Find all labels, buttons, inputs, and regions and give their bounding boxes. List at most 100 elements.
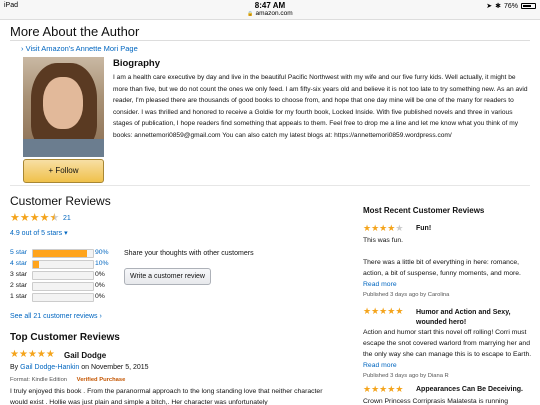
histogram-bar-fill xyxy=(33,261,39,268)
url-domain: amazon.com xyxy=(255,10,293,17)
star-icon: ★ xyxy=(379,306,388,316)
histogram-bar xyxy=(32,293,94,302)
star-icon: ★ xyxy=(10,349,19,360)
star-icon: ★ xyxy=(10,212,20,224)
histogram-bar xyxy=(32,271,94,280)
star-icon: ★ xyxy=(395,223,404,233)
review-text-body: Action and humor start this novel off ro… xyxy=(363,329,532,358)
read-more-link[interactable]: Read more xyxy=(363,362,397,369)
top-reviews-title: Top Customer Reviews xyxy=(10,332,120,343)
chevron-down-icon: ▾ xyxy=(64,230,68,237)
rating-summary-text: 4.9 out of 5 stars xyxy=(10,230,63,237)
review-date: on November 5, 2015 xyxy=(81,364,149,371)
star-icon: ★ xyxy=(29,212,40,224)
battery-icon xyxy=(521,3,536,9)
rating-summary-link[interactable]: 4.9 out of 5 stars ▾ xyxy=(10,229,68,237)
clock: 8:47 AM xyxy=(254,1,286,10)
histogram-bar xyxy=(32,249,94,258)
star-icon: ★ xyxy=(363,384,372,394)
histogram-bar xyxy=(32,282,94,291)
visit-author-page-link[interactable]: › Visit Amazon's Annette Mori Page xyxy=(21,44,138,53)
review-text: This was fun. xyxy=(363,237,404,244)
recent-review: ★ ★ ★ ★ ★ Appearances Can Be Deceiving. Crow… xyxy=(363,385,533,405)
review-title[interactable]: Appearances Can Be Deceiving. xyxy=(416,386,523,393)
review-text-body: There was a little bit of everything in … xyxy=(363,259,521,277)
histogram-bar xyxy=(32,260,94,269)
biography-text: I am a health care executive by day and … xyxy=(113,74,528,139)
battery-percent: 76% xyxy=(503,2,518,10)
review-title-text: Humor and Action and Sexy, wounded hero! xyxy=(416,309,511,326)
histogram-row[interactable]: 4 star 10% xyxy=(10,259,120,269)
histogram-label[interactable]: 4 star xyxy=(10,260,27,267)
star-icon: ★ xyxy=(363,223,372,233)
histogram-percent: 0% xyxy=(95,271,105,278)
review-title[interactable]: Fun! xyxy=(416,225,431,232)
star-icon: ★ xyxy=(19,212,30,224)
star-icon: ★ xyxy=(387,384,396,394)
histogram-percent[interactable]: 90% xyxy=(95,249,109,256)
histogram-percent[interactable]: 10% xyxy=(95,260,109,267)
star-icon: ★ xyxy=(45,349,55,360)
follow-button[interactable]: + Follow xyxy=(23,159,104,183)
divider xyxy=(10,40,530,41)
histogram-percent: 0% xyxy=(95,282,105,289)
see-all-reviews-link[interactable]: See all 21 customer reviews › xyxy=(10,313,102,320)
star-icon: ★ xyxy=(49,212,60,224)
author-photo-shirt xyxy=(23,139,104,157)
star-icon: ★ xyxy=(363,306,372,316)
star-icon: ★ xyxy=(39,212,50,224)
star-rating: ★ ★ ★ ★ ★ xyxy=(363,385,403,394)
star-icon: ★ xyxy=(371,223,380,233)
star-icon: ★ xyxy=(395,384,404,394)
histogram-row: 3 star 0% xyxy=(10,270,120,280)
review-header: ★ ★ ★ ★ ★ Humor and Action and Sexy, wounded… xyxy=(363,306,533,327)
histogram-row[interactable]: 5 star 90% xyxy=(10,248,120,258)
review-header: ★ ★ ★ ★ ★ Fun! xyxy=(363,224,533,235)
status-icons: ➤ ✱ 76% xyxy=(486,2,536,10)
review-published: Published 3 days ago by Diana R xyxy=(363,373,449,379)
recent-review: ★ ★ ★ ★ ★ Fun! This was fun. There was a lit… xyxy=(363,224,533,299)
review-title[interactable]: Humor and Action and Sexy, wounded hero! xyxy=(416,308,534,328)
histogram-label: 3 star xyxy=(10,271,27,278)
bluetooth-icon: ✱ xyxy=(495,3,501,10)
star-rating: ★ ★ ★ ★ ★ xyxy=(10,213,59,224)
star-rating: ★ ★ ★ ★ ★ xyxy=(363,224,403,233)
recent-review: ★ ★ ★ ★ ★ Humor and Action and Sexy, wounded… xyxy=(363,306,533,380)
read-more-link[interactable]: Read more xyxy=(363,281,397,288)
review-title[interactable]: Gail Dodge xyxy=(64,351,106,360)
histogram-label: 1 star xyxy=(10,293,27,300)
author-photo xyxy=(23,57,104,157)
address-bar[interactable]: 🔒 amazon.com xyxy=(0,10,540,20)
review-count-link[interactable]: 21 xyxy=(63,215,71,222)
customer-reviews-title: Customer Reviews xyxy=(10,194,111,208)
histogram-bar-fill xyxy=(33,250,87,257)
recent-reviews-title: Most Recent Customer Reviews xyxy=(363,206,485,215)
review-text: There was a little bit of everything in … xyxy=(363,257,533,290)
divider xyxy=(10,185,530,186)
star-icon: ★ xyxy=(36,349,46,360)
author-section-title: More About the Author xyxy=(10,24,140,39)
share-thoughts-text: Share your thoughts with other customers xyxy=(124,250,254,257)
battery-fill xyxy=(523,5,532,7)
star-rating: ★ ★ ★ ★ ★ xyxy=(10,350,55,360)
histogram-percent: 0% xyxy=(95,293,105,300)
by-prefix: By xyxy=(10,364,19,371)
star-icon: ★ xyxy=(371,384,380,394)
histogram-row: 1 star 0% xyxy=(10,292,120,302)
star-icon: ★ xyxy=(18,349,28,360)
histogram-row: 2 star 0% xyxy=(10,281,120,291)
star-icon: ★ xyxy=(379,384,388,394)
verified-purchase-badge: Verified Purchase xyxy=(76,377,126,383)
lock-icon: 🔒 xyxy=(247,11,254,17)
star-icon: ★ xyxy=(387,306,396,316)
star-icon: ★ xyxy=(395,306,404,316)
review-format: Format: Kindle Edition xyxy=(10,377,68,383)
review-header: ★ ★ ★ ★ ★ Appearances Can Be Deceiving. xyxy=(363,385,533,396)
write-review-button[interactable]: Write a customer review xyxy=(124,268,211,285)
star-icon: ★ xyxy=(379,223,388,233)
histogram-label[interactable]: 5 star xyxy=(10,249,27,256)
reviewer-name-link[interactable]: Gail Dodge-Hankin xyxy=(20,364,79,371)
review-text: Action and humor start this novel off ro… xyxy=(363,327,533,371)
review-byline: By Gail Dodge-Hankin on November 5, 2015 xyxy=(10,364,149,371)
